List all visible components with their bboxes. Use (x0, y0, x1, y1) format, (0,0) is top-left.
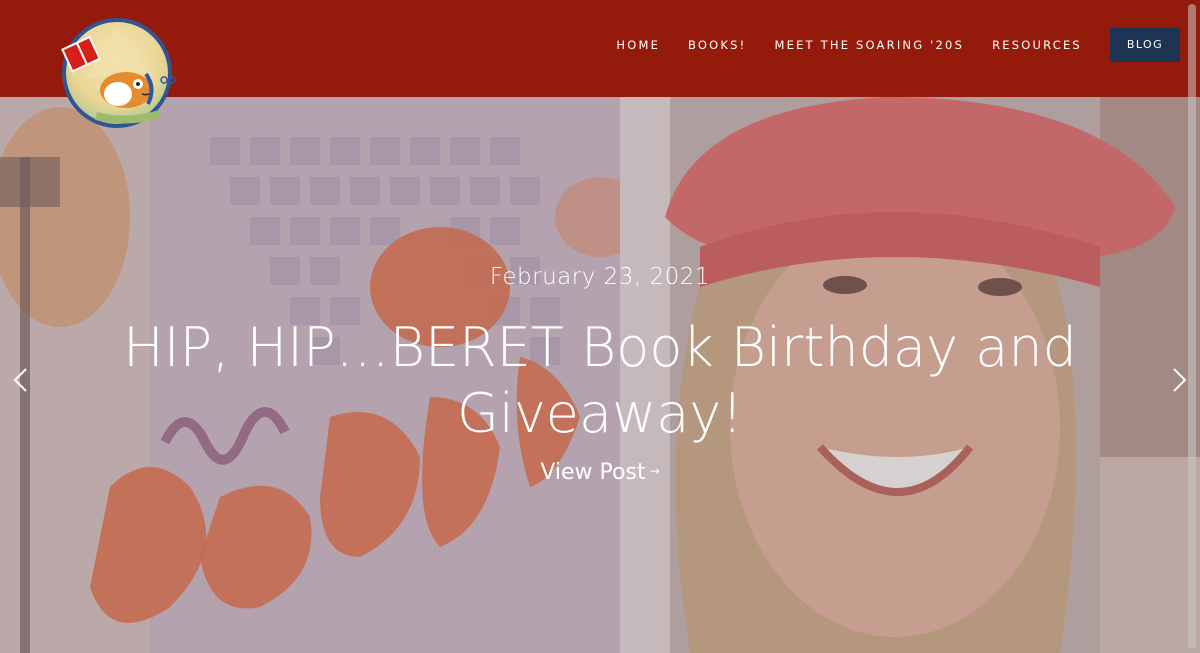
post-date: February 23, 2021 (489, 264, 711, 290)
site-header: HOME BOOKS! MEET THE SOARING '20S RESOUR… (0, 0, 1200, 128)
nav-blog-button[interactable]: BLOG (1109, 28, 1180, 62)
scrollbar-thumb[interactable] (1188, 4, 1196, 649)
view-post-link[interactable]: View Post → (0, 460, 1200, 485)
guinea-pig-reading-book-logo-icon (61, 28, 176, 124)
page: HOME BOOKS! MEET THE SOARING '20S RESOUR… (0, 0, 1200, 653)
nav-meet-soaring-20s-link[interactable]: MEET THE SOARING '20S (774, 38, 964, 52)
nav-home-link[interactable]: HOME (616, 38, 660, 52)
nav-resources-link[interactable]: RESOURCES (992, 38, 1082, 52)
site-logo[interactable] (61, 18, 176, 128)
nav-books-link[interactable]: BOOKS! (688, 38, 746, 52)
arrow-right-icon: → (649, 464, 660, 478)
view-post-label: View Post (540, 460, 646, 485)
hero-slider: February 23, 2021 HIP, HIP…BERET Book Bi… (0, 97, 1200, 653)
main-nav: HOME BOOKS! MEET THE SOARING '20S RESOUR… (588, 28, 1180, 62)
slider-prev-button[interactable] (6, 365, 36, 395)
chevron-left-icon (13, 368, 27, 392)
page-scrollbar[interactable] (1184, 0, 1200, 653)
post-title[interactable]: HIP, HIP…BERET Book Birthday and Giveawa… (100, 315, 1100, 447)
